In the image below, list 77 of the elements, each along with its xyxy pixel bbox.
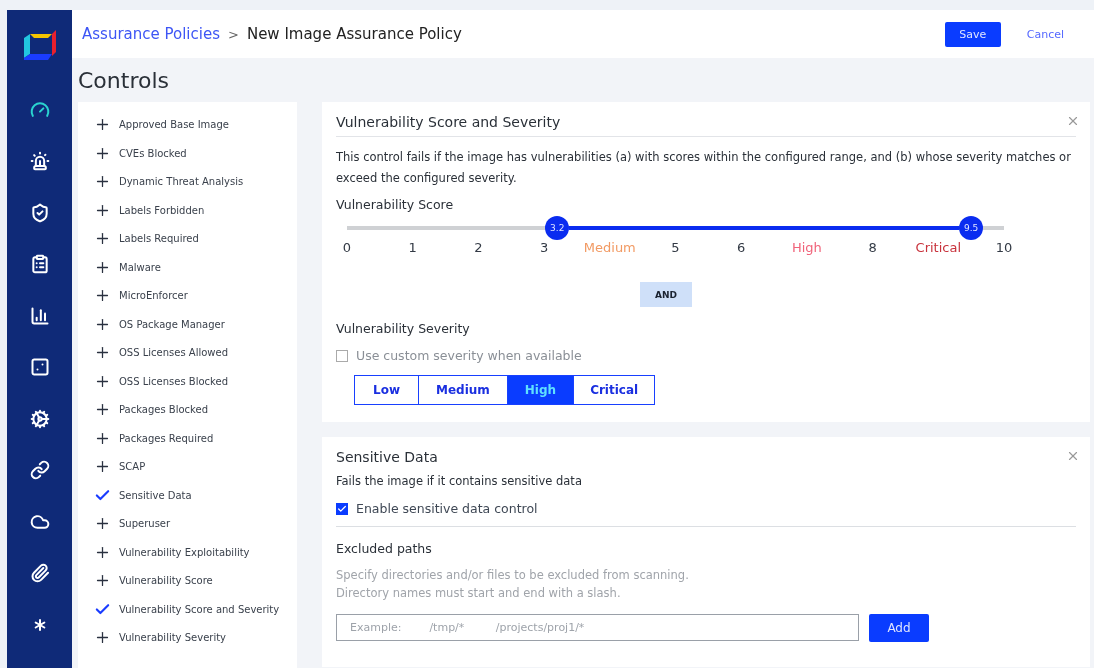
help-text: Specify directories and/or files to be excluded from scanning. <box>336 567 690 584</box>
control-item[interactable]: OS Package Manager <box>94 314 297 334</box>
control-item[interactable]: CVEs Blocked <box>94 143 297 163</box>
severity-option[interactable]: High <box>506 376 574 404</box>
close-icon[interactable] <box>1066 114 1080 128</box>
scale-label: Medium <box>583 240 636 255</box>
card-title: Sensitive Data <box>336 448 439 467</box>
control-label: Labels Required <box>119 233 199 244</box>
logo-icon <box>21 28 58 62</box>
help-text: Directory names must start and end with a slash. <box>336 585 622 602</box>
control-label: Approved Base Image <box>119 119 229 130</box>
control-label: Superuser <box>119 518 171 529</box>
control-item[interactable]: Sensitive Data <box>94 485 297 505</box>
control-label: OS Package Manager <box>119 318 225 330</box>
slider-thumb[interactable]: 3.2 <box>545 216 570 240</box>
control-item[interactable]: Labels Required <box>94 229 297 248</box>
scale-label: 6 <box>737 240 746 255</box>
breadcrumb-separator: > <box>228 26 239 42</box>
control-item[interactable]: SCAP <box>94 457 297 476</box>
scale-label: Critical <box>915 240 962 255</box>
scale-label: 3 <box>539 240 549 255</box>
control-item[interactable]: Vulnerability Score <box>94 571 297 590</box>
scale-label: 2 <box>474 240 483 255</box>
cancel-link[interactable]: Cancel <box>1026 27 1064 41</box>
save-button[interactable]: Save <box>944 21 1001 47</box>
scale-label: High <box>791 240 822 255</box>
control-label: Dynamic Threat Analysis <box>119 176 244 187</box>
control-label: Malware <box>119 261 161 273</box>
card-title: Vulnerability Score and Severity <box>336 112 1076 137</box>
scale-label: 1 <box>408 240 417 255</box>
and-tag: AND <box>640 282 692 307</box>
control-item[interactable]: Packages Blocked <box>94 400 297 419</box>
control-item[interactable]: OSS Licenses Blocked <box>94 371 297 391</box>
breadcrumb-link[interactable]: Assurance Policies <box>82 25 220 43</box>
control-label: Vulnerability Score and Severity <box>119 603 280 615</box>
scale-label: 5 <box>671 240 680 255</box>
add-button[interactable]: Add <box>869 614 929 642</box>
close-icon[interactable] <box>1066 449 1080 463</box>
control-label: Sensitive Data <box>119 489 192 501</box>
control-label: Vulnerability Exploitability <box>119 546 250 558</box>
path-input[interactable]: Example: /tmp/* /projects/proj1/* <box>336 614 859 641</box>
control-item[interactable]: Dynamic Threat Analysis <box>94 172 297 191</box>
checkbox-label: Use custom severity when available <box>356 348 582 363</box>
control-label: CVEs Blocked <box>119 147 187 159</box>
checkbox[interactable] <box>336 502 348 515</box>
control-item[interactable]: Superuser <box>94 514 297 533</box>
control-item[interactable]: Vulnerability Score and Severity <box>94 599 297 619</box>
checkbox[interactable] <box>336 349 348 362</box>
checkbox-label: Enable sensitive data control <box>356 501 538 516</box>
control-label: Packages Blocked <box>119 404 209 415</box>
control-label: Vulnerability Severity <box>119 632 226 643</box>
control-label: MicroEnforcer <box>119 290 188 301</box>
control-label: OSS Licenses Allowed <box>119 347 229 358</box>
control-item[interactable]: Malware <box>94 257 297 277</box>
control-item[interactable]: Packages Required <box>94 428 297 448</box>
control-label: OSS Licenses Blocked <box>119 375 229 387</box>
control-item[interactable]: Vulnerability Severity <box>94 628 297 647</box>
page-heading: New Image Assurance Policy <box>246 25 463 43</box>
scale-label: 10 <box>995 240 1013 255</box>
slider-thumb[interactable]: 9.5 <box>959 216 984 240</box>
card-description: Fails the image if it contains sensitive data <box>336 473 583 490</box>
control-item[interactable]: MicroEnforcer <box>94 286 297 305</box>
scale-label: 0 <box>342 240 352 255</box>
card-description: This control fails if the image has vulnerabilities (a) with scores within the configured range, and (b) whose severity matches or exceed the configured severity. <box>336 149 1072 187</box>
control-item[interactable]: OSS Licenses Allowed <box>94 343 297 362</box>
field-label: Vulnerability Score <box>336 197 455 212</box>
control-label: Packages Required <box>119 432 214 444</box>
field-label: Vulnerability Severity <box>336 321 471 336</box>
control-label: Vulnerability Score <box>119 575 213 586</box>
scale-label: 8 <box>868 240 877 255</box>
section-title: Controls <box>77 67 170 95</box>
control-item[interactable]: Labels Forbidden <box>94 200 297 220</box>
control-label: Labels Forbidden <box>119 204 205 216</box>
control-item[interactable]: Approved Base Image <box>94 115 297 134</box>
control-label: SCAP <box>119 461 146 472</box>
control-item[interactable]: Vulnerability Exploitability <box>94 542 297 562</box>
field-label: Excluded paths <box>336 541 433 556</box>
